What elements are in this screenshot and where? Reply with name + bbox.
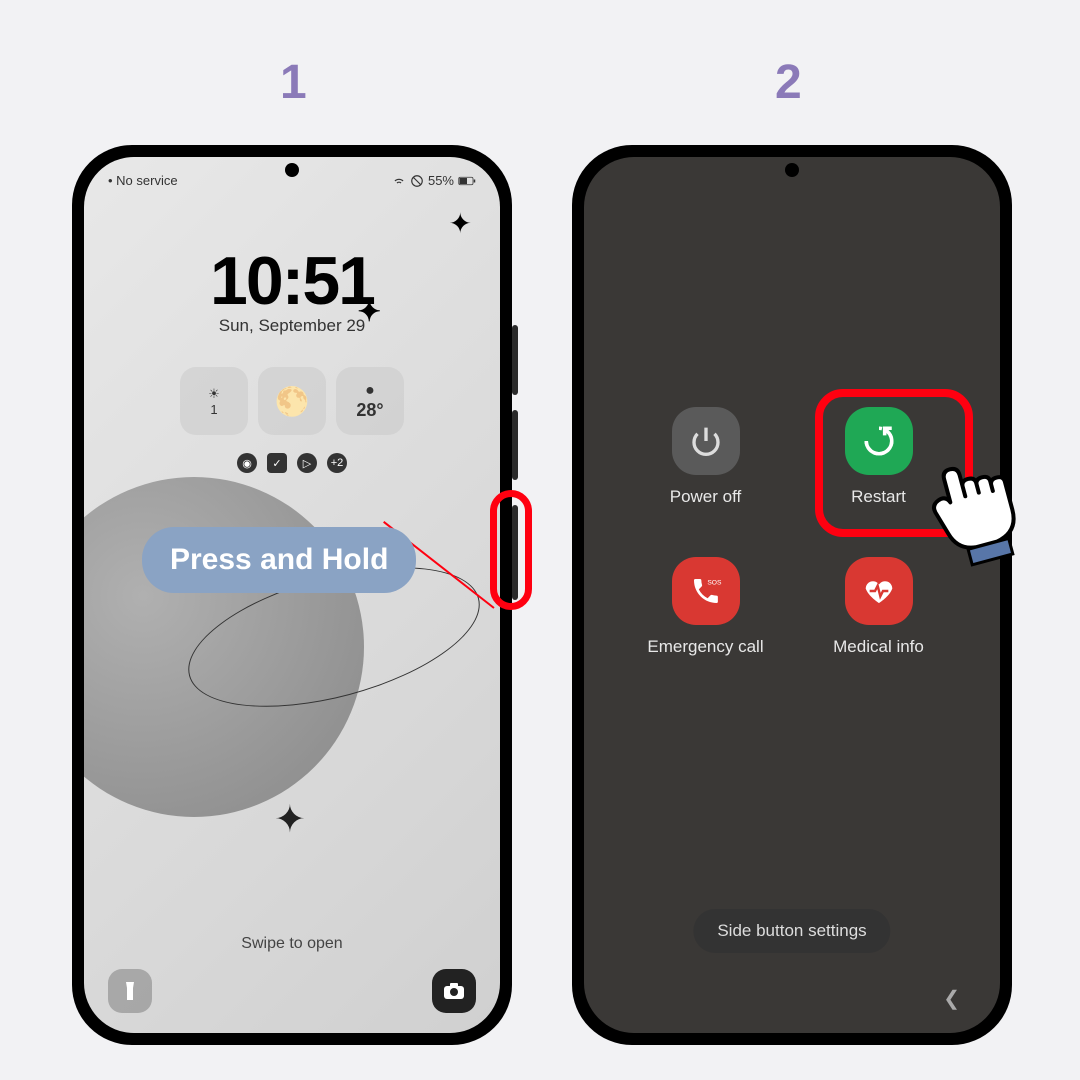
sparkle-icon: ✦ (274, 797, 306, 842)
chevron-left-icon: ❮ (943, 988, 960, 1010)
play-icon: ▷ (297, 453, 317, 473)
phone-sos-icon: SOS (690, 575, 722, 607)
phone-mockup-2: Power off Restart SOS (572, 145, 1012, 1045)
wifi-icon (392, 174, 406, 188)
weather-widget[interactable]: ☀ 1 (180, 367, 248, 435)
temperature: 28° (356, 400, 383, 421)
phone-mockup-1: ✦ • No service 55% (72, 145, 512, 1045)
app-icon: ◉ (237, 453, 257, 473)
power-icon (690, 425, 722, 457)
no-signal-icon (410, 174, 424, 188)
widget-count: 1 (210, 402, 217, 417)
side-button-settings[interactable]: Side button settings (693, 909, 890, 953)
power-off-label: Power off (670, 487, 742, 507)
lock-clock: 10:51 ✦ (210, 242, 374, 320)
camera-icon (443, 982, 465, 1000)
front-camera (785, 163, 799, 177)
sun-icon: ☀ (208, 386, 220, 402)
moon-widget[interactable]: 🌕 (258, 367, 326, 435)
emergency-call-option[interactable]: SOS Emergency call (629, 557, 782, 657)
emergency-label: Emergency call (647, 637, 763, 657)
power-button-highlight (490, 490, 532, 610)
battery-icon (458, 176, 476, 186)
checkbox-icon: ✓ (267, 453, 287, 473)
step-1-label: 1 (280, 55, 307, 110)
lock-screen: ✦ • No service 55% (84, 157, 500, 1033)
svg-text:SOS: SOS (707, 579, 722, 586)
medical-label: Medical info (833, 637, 924, 657)
volume-down-button[interactable] (512, 410, 518, 480)
moon-icon: 🌕 (275, 385, 310, 418)
camera-button[interactable] (432, 969, 476, 1013)
pointing-hand-icon (907, 433, 1052, 578)
sparkle-icon: ✦ (357, 295, 378, 328)
flashlight-icon (121, 980, 139, 1002)
step-2-label: 2 (775, 55, 802, 110)
service-status: • No service (108, 173, 178, 188)
notification-icons: ◉ ✓ ▷ +2 (237, 453, 347, 473)
front-camera (285, 163, 299, 177)
power-off-option[interactable]: Power off (629, 407, 782, 507)
temp-widget[interactable]: ● 28° (336, 367, 404, 435)
more-badge: +2 (327, 453, 347, 473)
volume-up-button[interactable] (512, 325, 518, 395)
sparkle-icon: ✦ (449, 207, 472, 240)
back-button[interactable]: ❮ (943, 986, 960, 1011)
press-hold-callout: Press and Hold (142, 527, 416, 593)
lock-widgets: ☀ 1 🌕 ● 28° (180, 367, 404, 435)
power-menu-screen: Power off Restart SOS (584, 157, 1000, 1033)
heart-icon (863, 575, 895, 607)
battery-percent: 55% (428, 173, 454, 188)
swipe-hint: Swipe to open (84, 935, 500, 953)
flashlight-button[interactable] (108, 969, 152, 1013)
